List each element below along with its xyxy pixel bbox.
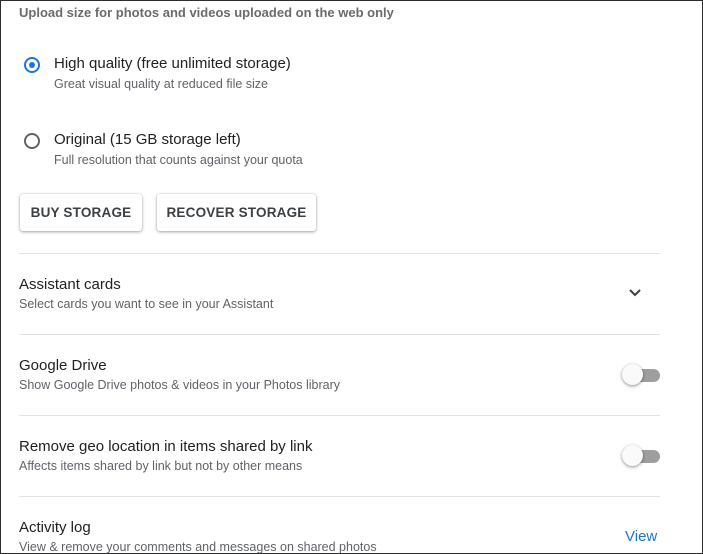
divider [19, 496, 660, 497]
activity-log-subtitle: View & remove your comments and messages… [19, 540, 377, 554]
settings-panel: Upload size for photos and videos upload… [0, 0, 703, 554]
remove-geo-title: Remove geo location in items shared by l… [19, 438, 313, 455]
remove-geo-subtitle: Affects items shared by link but not by … [19, 459, 303, 473]
radio-subtitle-original: Full resolution that counts against your… [54, 153, 303, 167]
divider [19, 253, 660, 254]
assistant-cards-subtitle: Select cards you want to see in your Ass… [19, 297, 274, 311]
activity-log-title: Activity log [19, 519, 91, 536]
toggle-knob [622, 445, 643, 466]
assistant-cards-title: Assistant cards [19, 276, 121, 293]
activity-log-view-link[interactable]: View [625, 528, 657, 545]
radio-title-high-quality: High quality (free unlimited storage) [54, 55, 291, 72]
google-drive-subtitle: Show Google Drive photos & videos in you… [19, 378, 340, 392]
google-drive-toggle[interactable] [622, 364, 660, 386]
divider [19, 334, 660, 335]
recover-storage-button[interactable]: RECOVER STORAGE [157, 194, 316, 231]
toggle-knob [622, 364, 643, 385]
radio-subtitle-high-quality: Great visual quality at reduced file siz… [54, 77, 268, 91]
buy-storage-button[interactable]: BUY STORAGE [20, 194, 142, 231]
google-drive-title: Google Drive [19, 357, 107, 374]
radio-button-high-quality[interactable] [24, 57, 40, 73]
remove-geo-toggle[interactable] [622, 445, 660, 467]
radio-button-original[interactable] [24, 133, 40, 149]
divider [19, 415, 660, 416]
radio-title-original: Original (15 GB storage left) [54, 131, 241, 148]
upload-size-header: Upload size for photos and videos upload… [19, 5, 394, 20]
chevron-down-icon[interactable] [627, 287, 643, 299]
